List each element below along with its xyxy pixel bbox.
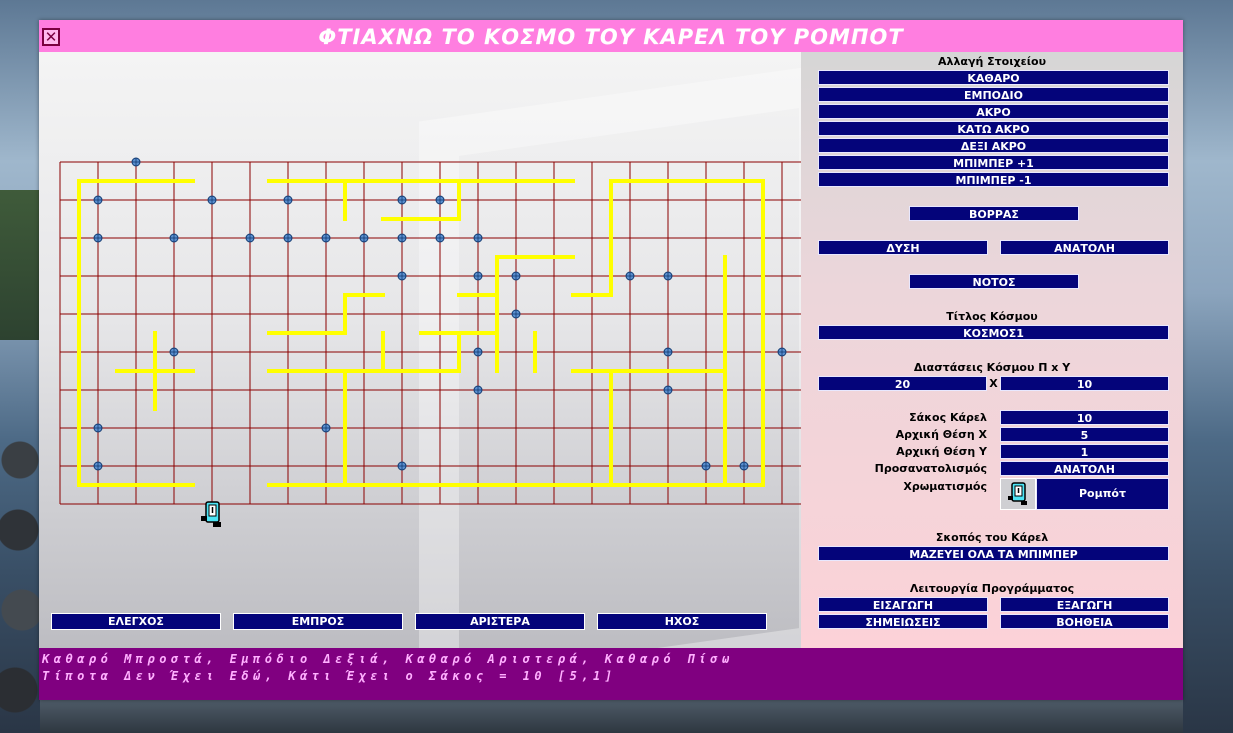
beeper-marker bbox=[397, 271, 407, 281]
window-title: ΦΤΙΑΧΝΩ ΤΟ ΚΟΣΜΟ ΤΟΥ ΚΑΡΕΛ ΤΟΥ ΡΟΜΠΟΤ bbox=[318, 25, 904, 49]
sound-button[interactable]: ΗΧΟΣ bbox=[597, 613, 767, 630]
orientation-field[interactable]: ΑΝΑΤΟΛΗ bbox=[1000, 461, 1169, 476]
world-height-field[interactable]: 10 bbox=[1000, 376, 1169, 391]
beeper-marker bbox=[245, 233, 255, 243]
close-button[interactable]: ✕ bbox=[42, 28, 60, 46]
beeper-plus-button[interactable]: ΜΠΙΜΠΕΡ +1 bbox=[818, 155, 1169, 170]
beeper-marker bbox=[511, 309, 521, 319]
beeper-marker bbox=[207, 195, 217, 205]
help-button[interactable]: ΒΟΗΘΕΙΑ bbox=[1000, 614, 1169, 629]
world-dimensions-label: Διαστάσεις Κόσμου Π x Υ bbox=[913, 361, 1071, 374]
start-x-label: Αρχική Θέση Χ bbox=[895, 428, 987, 441]
beeper-marker bbox=[473, 233, 483, 243]
beeper-marker bbox=[321, 423, 331, 433]
beeper-marker bbox=[435, 233, 445, 243]
world-grid[interactable] bbox=[39, 52, 801, 648]
robot-arm bbox=[201, 516, 207, 521]
settings-panel: Αλλαγή Στοιχείου ΚΑΘΑΡΟ ΕΜΠΟΔΙΟ ΑΚΡΟ ΚΑΤ… bbox=[801, 52, 1183, 648]
east-button[interactable]: ΑΝΑΤΟΛΗ bbox=[1000, 240, 1169, 255]
clear-button[interactable]: ΚΑΘΑΡΟ bbox=[818, 70, 1169, 85]
world-title-field[interactable]: ΚΟΣΜΟΣ1 bbox=[818, 325, 1169, 340]
beeper-marker bbox=[739, 461, 749, 471]
beeper-marker bbox=[131, 157, 141, 167]
export-button[interactable]: ΕΞΑΓΩΓΗ bbox=[1000, 597, 1169, 612]
robot-icon bbox=[1008, 482, 1027, 505]
import-button[interactable]: ΕΙΣΑΓΩΓΗ bbox=[818, 597, 988, 612]
world-title-label: Τίτλος Κόσμου bbox=[946, 310, 1038, 323]
beeper-marker bbox=[93, 423, 103, 433]
desktop-land-decoration bbox=[0, 190, 40, 340]
beeper-marker bbox=[397, 461, 407, 471]
goal-label: Σκοπός του Κάρελ bbox=[935, 531, 1049, 544]
forward-button[interactable]: ΕΜΠΡΟΣ bbox=[233, 613, 403, 630]
beeper-marker bbox=[473, 347, 483, 357]
title-bar: ΦΤΙΑΧΝΩ ΤΟ ΚΟΣΜΟ ΤΟΥ ΚΑΡΕΛ ΤΟΥ ΡΟΜΠΟΤ ✕ bbox=[39, 20, 1183, 52]
beeper-marker bbox=[435, 195, 445, 205]
west-button[interactable]: ΔΥΣΗ bbox=[818, 240, 988, 255]
beeper-marker bbox=[283, 195, 293, 205]
beeper-marker bbox=[473, 271, 483, 281]
beeper-marker bbox=[663, 347, 673, 357]
coloring-field[interactable]: Ρομπότ bbox=[1036, 478, 1169, 510]
coloring-preview[interactable] bbox=[1000, 478, 1036, 510]
beeper-marker bbox=[397, 195, 407, 205]
beeper-marker bbox=[321, 233, 331, 243]
close-icon: ✕ bbox=[44, 28, 58, 46]
dimension-separator: X bbox=[989, 377, 998, 390]
karel-world-builder-window: ΦΤΙΑΧΝΩ ΤΟ ΚΟΣΜΟ ΤΟΥ ΚΑΡΕΛ ΤΟΥ ΡΟΜΠΟΤ ✕ … bbox=[39, 20, 1183, 700]
south-button[interactable]: ΝΟΤΟΣ bbox=[909, 274, 1079, 289]
status-bar: Καθαρό Μπροστά, Εμπόδιο Δεξιά, Καθαρό Αρ… bbox=[39, 648, 1183, 700]
north-button[interactable]: ΒΟΡΡΑΣ bbox=[909, 206, 1079, 221]
robot-foot bbox=[213, 522, 221, 527]
notes-button[interactable]: ΣΗΜΕΙΩΣΕΙΣ bbox=[818, 614, 988, 629]
left-button[interactable]: ΑΡΙΣΤΕΡΑ bbox=[415, 613, 585, 630]
beeper-marker bbox=[777, 347, 787, 357]
orientation-label: Προσανατολισμός bbox=[874, 462, 987, 475]
start-y-label: Αρχική Θέση Υ bbox=[896, 445, 987, 458]
element-change-heading: Αλλαγή Στοιχείου bbox=[937, 55, 1046, 68]
beeper-marker bbox=[359, 233, 369, 243]
world-width-field[interactable]: 20 bbox=[818, 376, 987, 391]
beeper-marker bbox=[511, 271, 521, 281]
beeper-marker bbox=[93, 233, 103, 243]
beeper-marker bbox=[625, 271, 635, 281]
beeper-marker bbox=[169, 347, 179, 357]
bottom-edge-button[interactable]: ΚΑΤΩ ΑΚΡΟ bbox=[818, 121, 1169, 136]
status-line-bag: Τίποτα Δεν Έχει Εδώ, Κάτι Έχει ο Σάκος =… bbox=[42, 669, 617, 683]
beeper-marker bbox=[397, 233, 407, 243]
beeper-marker bbox=[93, 195, 103, 205]
desktop-sea-decoration bbox=[40, 700, 1183, 733]
beeper-marker bbox=[473, 385, 483, 395]
desktop-rocks-decoration bbox=[0, 420, 40, 733]
karel-bag-field[interactable]: 10 bbox=[1000, 410, 1169, 425]
beeper-marker bbox=[663, 385, 673, 395]
beeper-marker bbox=[93, 461, 103, 471]
beeper-minus-button[interactable]: ΜΠΙΜΠΕΡ -1 bbox=[818, 172, 1169, 187]
beeper-marker bbox=[169, 233, 179, 243]
karel-bag-label: Σάκος Κάρελ bbox=[909, 411, 987, 424]
status-line-sensors: Καθαρό Μπροστά, Εμπόδιο Δεξιά, Καθαρό Αρ… bbox=[42, 652, 734, 666]
beeper-marker bbox=[283, 233, 293, 243]
beeper-marker bbox=[701, 461, 711, 471]
world-canvas[interactable]: ΕΛΕΓΧΟΣ ΕΜΠΡΟΣ ΑΡΙΣΤΕΡΑ ΗΧΟΣ bbox=[39, 52, 801, 648]
program-operation-label: Λειτουργία Προγράμματος bbox=[909, 582, 1075, 595]
robot-icon bbox=[201, 501, 221, 527]
beeper-marker bbox=[663, 271, 673, 281]
goal-field[interactable]: ΜΑΖΕΥΕΙ ΟΛΑ ΤΑ ΜΠΙΜΠΕΡ bbox=[818, 546, 1169, 561]
obstacle-button[interactable]: ΕΜΠΟΔΙΟ bbox=[818, 87, 1169, 102]
edge-button[interactable]: ΑΚΡΟ bbox=[818, 104, 1169, 119]
right-edge-button[interactable]: ΔΕΞΙ ΑΚΡΟ bbox=[818, 138, 1169, 153]
check-button[interactable]: ΕΛΕΓΧΟΣ bbox=[51, 613, 221, 630]
start-y-field[interactable]: 1 bbox=[1000, 444, 1169, 459]
start-x-field[interactable]: 5 bbox=[1000, 427, 1169, 442]
coloring-label: Χρωματισμός bbox=[903, 480, 987, 493]
